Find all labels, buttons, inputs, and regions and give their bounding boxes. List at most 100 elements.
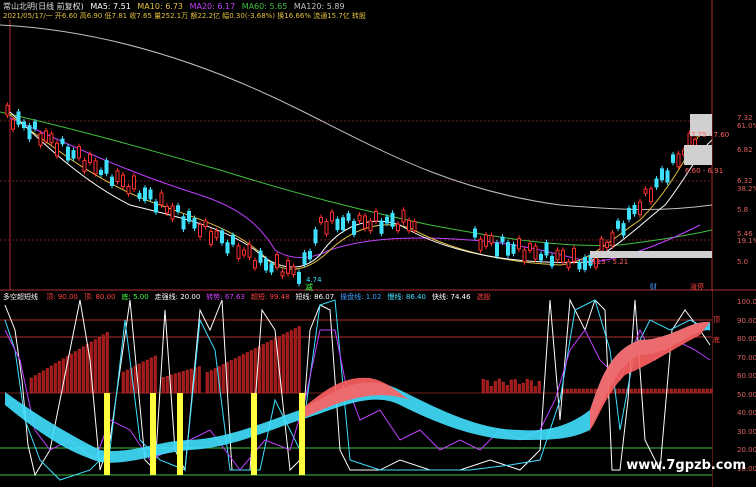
candle-body bbox=[561, 249, 565, 263]
histogram-bar bbox=[297, 326, 301, 394]
candle-body bbox=[484, 234, 488, 247]
indicator-axis-label: 50.00 bbox=[737, 390, 756, 399]
histogram-bar bbox=[265, 342, 269, 394]
candle-body bbox=[93, 160, 98, 175]
candle-body bbox=[308, 250, 312, 260]
label-bottom: 底 bbox=[713, 336, 720, 344]
price-axis-label: 61.0% bbox=[737, 122, 756, 130]
legend-item: 转势: 67.63 bbox=[206, 293, 245, 301]
candle-body bbox=[55, 142, 59, 157]
chart-canvas[interactable]: 减 bbox=[0, 0, 756, 487]
candle-body bbox=[577, 261, 582, 270]
candle-body bbox=[511, 244, 516, 254]
legend-item: 底: 5.00 bbox=[121, 293, 149, 301]
histogram-bar bbox=[505, 385, 509, 394]
histogram-bar bbox=[529, 380, 533, 394]
candle-body bbox=[357, 214, 362, 222]
indicator-axis-label: 60.00 bbox=[737, 372, 756, 380]
histogram-bar bbox=[709, 388, 713, 394]
buy-signal-bar bbox=[299, 393, 305, 475]
candle-body bbox=[495, 242, 499, 257]
histogram-bar bbox=[45, 368, 49, 394]
histogram-bar bbox=[701, 388, 705, 394]
candle-body bbox=[489, 235, 494, 244]
histogram-bar bbox=[293, 328, 297, 394]
watermark: www.7gpzb.com bbox=[626, 458, 746, 473]
histogram-bar bbox=[517, 383, 521, 394]
histogram-bar bbox=[73, 351, 77, 394]
candle-body bbox=[550, 255, 554, 267]
indicator-title: 多空超短线 bbox=[3, 293, 38, 301]
legend-item: 顶: 90.00 bbox=[46, 293, 78, 301]
price-axis-label: 38.2% bbox=[737, 185, 756, 193]
price-label-mid: 6.60 - 6.91 bbox=[685, 167, 724, 175]
candle-body bbox=[258, 250, 263, 263]
candle-body bbox=[352, 220, 356, 235]
candle-body bbox=[319, 216, 323, 223]
candle-body bbox=[220, 230, 224, 244]
histogram-bar bbox=[185, 369, 189, 394]
histogram-bar bbox=[693, 388, 697, 394]
histogram-bar bbox=[633, 388, 637, 394]
histogram-bar bbox=[705, 388, 709, 394]
candle-body bbox=[225, 242, 230, 254]
candle-body bbox=[473, 228, 477, 238]
candle-body bbox=[49, 133, 54, 144]
histogram-bar bbox=[141, 361, 145, 394]
candle-body bbox=[654, 178, 659, 188]
histogram-bar bbox=[565, 388, 569, 394]
histogram-bar bbox=[585, 388, 589, 394]
histogram-bar bbox=[145, 359, 149, 394]
ma10-value: MA10: 6.73 bbox=[137, 2, 184, 11]
candle-body bbox=[379, 220, 384, 234]
histogram-bar bbox=[497, 378, 501, 394]
candle-body bbox=[632, 204, 637, 215]
histogram-bar bbox=[677, 388, 681, 394]
ma20-value: MA20: 6.17 bbox=[189, 2, 236, 11]
candle-body bbox=[291, 265, 296, 275]
quote-info: 2021/05/17/一 开6.60 高6.90 低7.81 收7.65 量25… bbox=[3, 12, 367, 20]
indicator-axis-label: 40.00 bbox=[737, 409, 756, 417]
histogram-bar bbox=[125, 369, 129, 394]
indicator-axis-label: 70.00 bbox=[737, 353, 756, 362]
histogram-bar bbox=[533, 386, 537, 394]
candle-body bbox=[16, 111, 21, 125]
candle-body bbox=[22, 121, 26, 128]
candle-body bbox=[71, 150, 76, 159]
histogram-bar bbox=[29, 377, 33, 394]
candle-body bbox=[60, 138, 65, 145]
price-axis-label: 6.32 bbox=[737, 177, 753, 185]
histogram-bar bbox=[661, 388, 665, 394]
histogram-bar bbox=[37, 372, 41, 394]
histogram-bar bbox=[569, 388, 573, 394]
buy-signal-bar bbox=[104, 393, 110, 475]
histogram-bar bbox=[521, 382, 525, 394]
histogram-bar bbox=[513, 379, 517, 394]
histogram-bar bbox=[281, 334, 285, 394]
buy-signal-bar bbox=[150, 393, 156, 475]
candle-body bbox=[302, 252, 307, 265]
candle-body bbox=[566, 261, 571, 269]
candle-body bbox=[269, 263, 274, 273]
histogram-bar bbox=[57, 360, 61, 394]
label-top: 顶 bbox=[713, 316, 720, 324]
price-axis-label: 5.8 bbox=[737, 206, 749, 214]
candle-body bbox=[280, 271, 285, 277]
histogram-bar bbox=[249, 350, 253, 394]
histogram-bar bbox=[285, 332, 289, 394]
histogram-bar bbox=[697, 388, 701, 394]
candle-body bbox=[313, 229, 318, 244]
histogram-bar bbox=[637, 388, 641, 394]
indicator-axis-label: 90.00 bbox=[737, 316, 756, 325]
histogram-bar bbox=[581, 388, 585, 394]
price-axis-label: 6.82 bbox=[737, 146, 753, 154]
histogram-bar bbox=[213, 368, 217, 394]
candle-body bbox=[610, 232, 615, 247]
candle-body bbox=[368, 220, 373, 232]
histogram-bar bbox=[669, 388, 673, 394]
candle-body bbox=[401, 209, 406, 223]
candle-body bbox=[599, 238, 604, 252]
histogram-bar bbox=[41, 370, 45, 394]
candle-body bbox=[500, 236, 505, 243]
histogram-bar bbox=[589, 388, 593, 394]
